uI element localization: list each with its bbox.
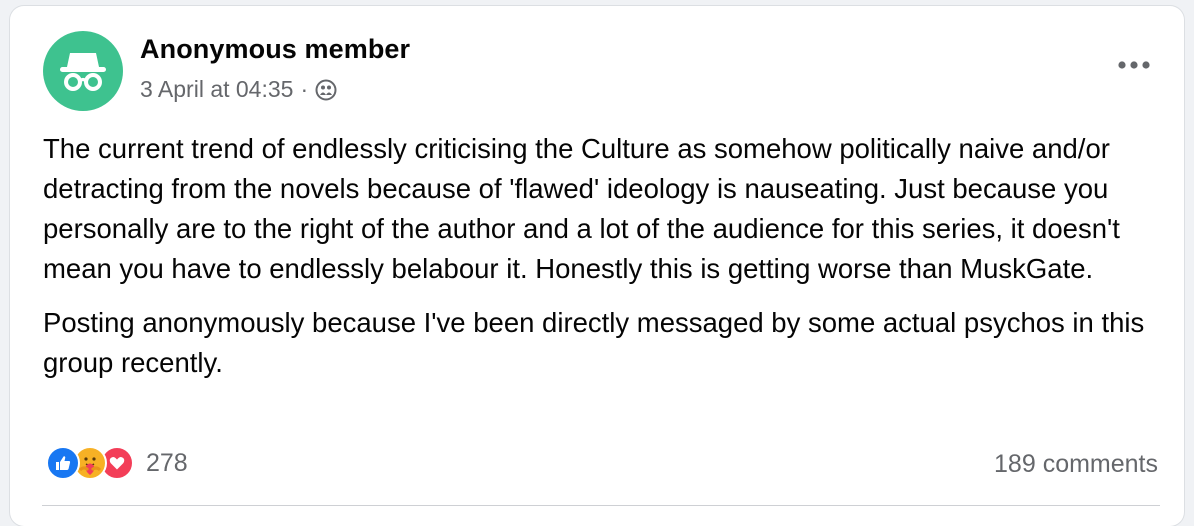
meta-separator: · [300,76,309,102]
post-card: Anonymous member 3 April at 04:35 · The … [10,6,1184,526]
author-name[interactable]: Anonymous member [140,34,410,65]
divider [42,505,1160,506]
comments-count-link[interactable]: 189 comments [994,450,1158,479]
more-dots-icon [1118,61,1150,69]
more-options-button[interactable] [1114,52,1154,78]
post-paragraph: The current trend of endlessly criticisi… [43,133,1120,284]
reaction-count[interactable]: 278 [146,449,188,478]
like-icon [46,446,80,480]
reaction-icons [46,446,134,480]
post-timestamp[interactable]: 3 April at 04:35 [140,76,293,103]
reactions-summary[interactable]: 278 [46,446,188,480]
post-meta: 3 April at 04:35 · [140,76,337,103]
group-privacy-icon[interactable] [315,79,337,101]
incognito-icon [60,53,106,91]
post-paragraph: Posting anonymously because I've been di… [43,307,1145,378]
avatar[interactable] [43,31,123,111]
post-text: The current trend of endlessly criticisi… [43,129,1163,397]
